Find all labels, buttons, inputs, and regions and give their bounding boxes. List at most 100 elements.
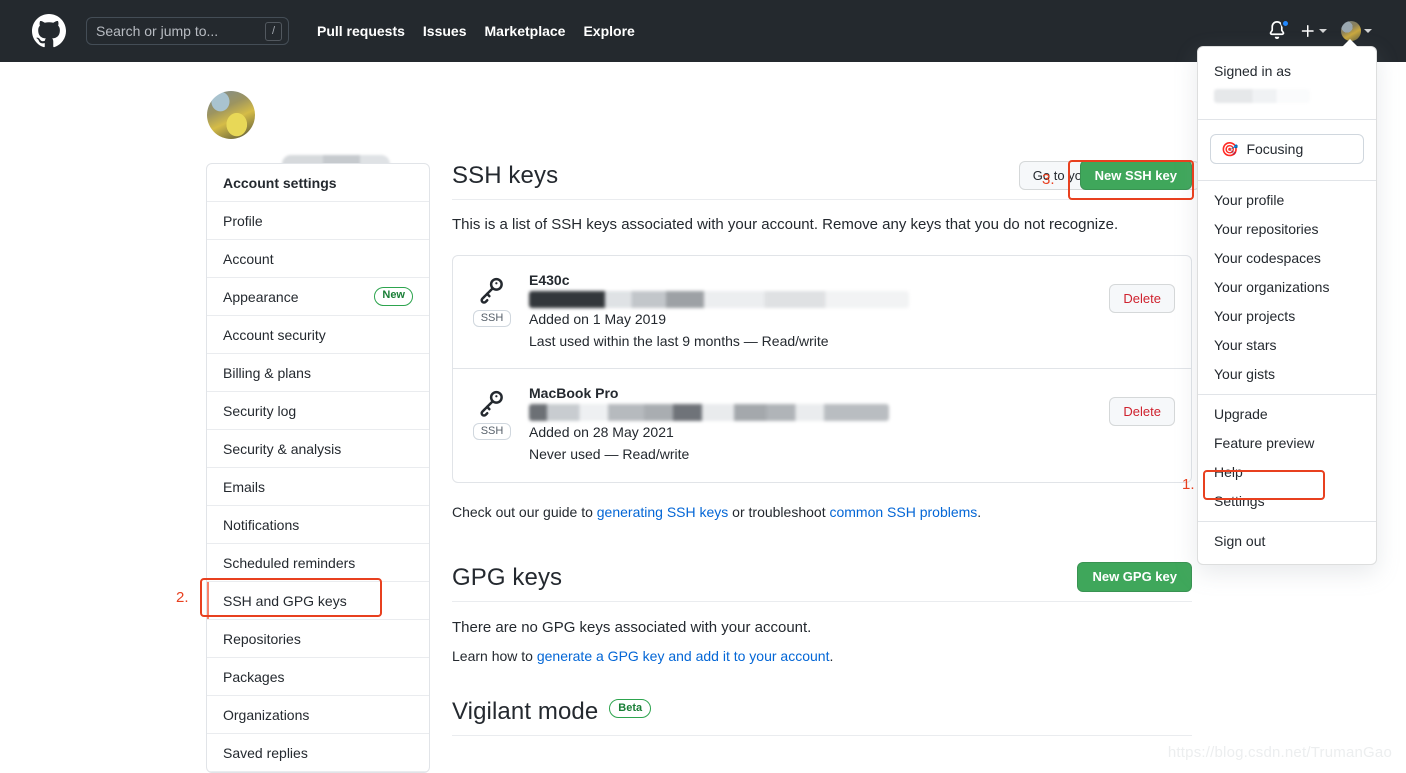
vigilant-section-title: Vigilant mode (452, 698, 598, 726)
generating-ssh-keys-link[interactable]: generating SSH keys (597, 504, 729, 520)
menu-item-your-repositories[interactable]: Your repositories (1198, 215, 1376, 244)
watermark: https://blog.csdn.net/TrumanGao (1168, 744, 1392, 761)
sidebar-heading: Account settings (207, 164, 429, 202)
primary-nav: Pull requests Issues Marketplace Explore (317, 23, 635, 39)
page-title: SSH keys (452, 162, 558, 190)
plus-icon (1300, 23, 1316, 39)
sidebar-item-account-security[interactable]: Account security (207, 316, 429, 354)
new-gpg-key-button[interactable]: New GPG key (1077, 562, 1192, 592)
menu-item-your-organizations[interactable]: Your organizations (1198, 273, 1376, 302)
notifications-button[interactable] (1268, 21, 1286, 41)
sidebar-item-appearance[interactable]: Appearance New (207, 278, 429, 316)
sidebar-item-packages[interactable]: Packages (207, 658, 429, 696)
sidebar-item-label: Billing & plans (223, 365, 311, 381)
menu-item-settings[interactable]: Settings (1198, 487, 1376, 516)
sidebar-item-notifications[interactable]: Notifications (207, 506, 429, 544)
ssh-key-title[interactable]: E430c (529, 272, 1095, 288)
set-status-button[interactable]: 🎯 Focusing (1210, 134, 1364, 164)
ssh-key-usage: Never used — Read/write (529, 444, 1095, 466)
nav-pull-requests[interactable]: Pull requests (317, 23, 405, 39)
sidebar-item-saved-replies[interactable]: Saved replies (207, 734, 429, 772)
sidebar-item-label: Repositories (223, 631, 301, 647)
create-new-button[interactable] (1300, 23, 1327, 39)
nav-explore[interactable]: Explore (583, 23, 634, 39)
search-input[interactable]: Search or jump to... / (86, 17, 289, 45)
signed-in-username-redacted (1214, 89, 1310, 103)
sidebar-item-security-analysis[interactable]: Security & analysis (207, 430, 429, 468)
ssh-key-usage: Last used within the last 9 months — Rea… (529, 331, 1095, 353)
delete-ssh-key-button[interactable]: Delete (1109, 284, 1175, 313)
avatar-large[interactable] (207, 91, 255, 139)
note-prefix: Check out our guide to (452, 504, 597, 520)
ssh-key-title[interactable]: MacBook Pro (529, 385, 1095, 401)
ssh-key-info: E430c Added on 1 May 2019 Last used with… (529, 272, 1095, 352)
menu-item-your-projects[interactable]: Your projects (1198, 302, 1376, 331)
global-header: Search or jump to... / Pull requests Iss… (0, 0, 1406, 62)
sidebar-item-profile[interactable]: Profile (207, 202, 429, 240)
sidebar-item-label: Packages (223, 669, 284, 685)
sidebar-item-label: Notifications (223, 517, 299, 533)
ssh-help-note: Check out our guide to generating SSH ke… (452, 504, 1192, 520)
annotation-number-1: 1. (1182, 476, 1195, 493)
annotation-number-2: 2. (176, 589, 189, 606)
ssh-keys-description: This is a list of SSH keys associated wi… (452, 216, 1192, 233)
menu-item-help[interactable]: Help (1198, 458, 1376, 487)
nav-marketplace[interactable]: Marketplace (485, 23, 566, 39)
ssh-key-fingerprint-redacted (529, 404, 889, 421)
ssh-key-row: SSH MacBook Pro Added on 28 May 2021 Nev… (453, 369, 1191, 481)
menu-item-your-codespaces[interactable]: Your codespaces (1198, 244, 1376, 273)
sidebar-item-label: Organizations (223, 707, 309, 723)
learn-prefix: Learn how to (452, 648, 537, 664)
sidebar-item-label: Security & analysis (223, 441, 341, 457)
menu-item-your-gists[interactable]: Your gists (1198, 360, 1376, 389)
ssh-type-badge: SSH (473, 310, 512, 327)
sidebar-item-security-log[interactable]: Security log (207, 392, 429, 430)
nav-issues[interactable]: Issues (423, 23, 467, 39)
new-ssh-key-button[interactable]: New SSH key (1080, 160, 1192, 190)
search-shortcut-key: / (265, 22, 282, 41)
gpg-keys-section: GPG keys New GPG key There are no GPG ke… (452, 562, 1192, 664)
sidebar-item-repositories[interactable]: Repositories (207, 620, 429, 658)
learn-suffix: . (829, 648, 833, 664)
sidebar-item-label: Security log (223, 403, 296, 419)
sidebar-item-label: Account (223, 251, 274, 267)
gpg-section-title: GPG keys (452, 564, 562, 592)
menu-item-your-stars[interactable]: Your stars (1198, 331, 1376, 360)
status-label: Focusing (1246, 141, 1303, 157)
user-account-dropdown: Signed in as 🎯 Focusing Your profile You… (1197, 46, 1377, 565)
ssh-keys-header: SSH keys New SSH key (452, 160, 1192, 200)
sidebar-item-scheduled-reminders[interactable]: Scheduled reminders (207, 544, 429, 582)
menu-item-feature-preview[interactable]: Feature preview (1198, 429, 1376, 458)
menu-item-sign-out[interactable]: Sign out (1198, 527, 1376, 556)
sidebar-item-organizations[interactable]: Organizations (207, 696, 429, 734)
github-mark-icon[interactable] (32, 14, 66, 48)
menu-item-your-profile[interactable]: Your profile (1198, 186, 1376, 215)
sidebar-item-emails[interactable]: Emails (207, 468, 429, 506)
dropdown-profile-group: Your profile Your repositories Your code… (1198, 181, 1376, 395)
chevron-down-icon (1364, 29, 1372, 33)
generate-gpg-key-link[interactable]: generate a GPG key and add it to your ac… (537, 648, 830, 664)
note-suffix: . (977, 504, 981, 520)
sidebar-item-account[interactable]: Account (207, 240, 429, 278)
key-icon (477, 388, 507, 418)
common-ssh-problems-link[interactable]: common SSH problems (829, 504, 977, 520)
sidebar-item-label: SSH and GPG keys (223, 593, 347, 609)
vigilant-mode-section: Vigilant mode Beta (452, 698, 1192, 736)
target-emoji-icon: 🎯 (1221, 141, 1238, 158)
account-menu-button[interactable] (1341, 21, 1372, 41)
search-placeholder: Search or jump to... (96, 23, 265, 39)
beta-badge: Beta (609, 699, 651, 718)
sidebar-item-billing-plans[interactable]: Billing & plans (207, 354, 429, 392)
ssh-key-info: MacBook Pro Added on 28 May 2021 Never u… (529, 385, 1095, 465)
key-icon-column: SSH (469, 272, 515, 352)
menu-item-upgrade[interactable]: Upgrade (1198, 400, 1376, 429)
ssh-keys-section: SSH keys New SSH key This is a list of S… (452, 160, 1192, 520)
dropdown-signout-group: Sign out (1198, 522, 1376, 561)
profile-bar: Your personal account Go to your persona… (0, 62, 1406, 160)
sidebar-item-label: Profile (223, 213, 263, 229)
annotation-number-3: 3. (1042, 171, 1055, 188)
header-actions (1268, 21, 1390, 41)
delete-ssh-key-button[interactable]: Delete (1109, 397, 1175, 426)
gpg-keys-header: GPG keys New GPG key (452, 562, 1192, 602)
sidebar-item-ssh-and-gpg-keys[interactable]: SSH and GPG keys (207, 582, 429, 620)
